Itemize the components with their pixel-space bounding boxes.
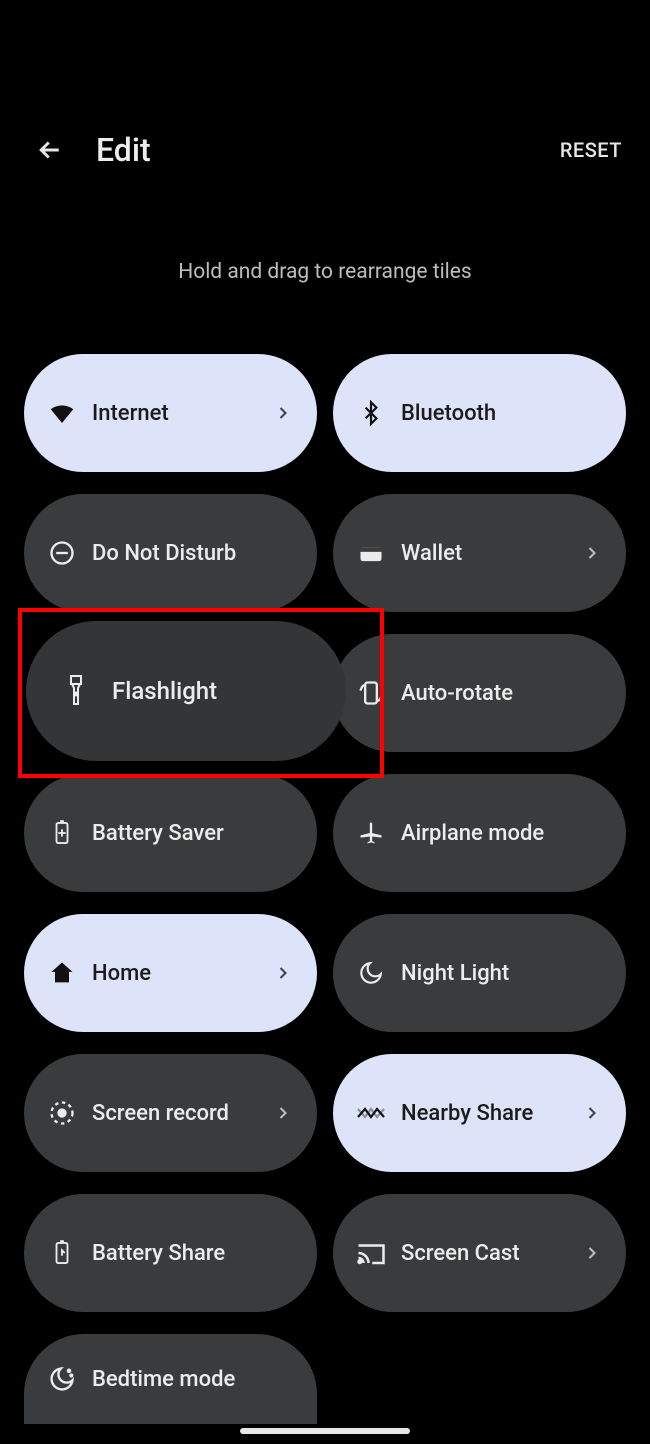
wifi-icon bbox=[46, 397, 78, 429]
nearby-share-icon bbox=[355, 1097, 387, 1129]
back-button[interactable] bbox=[28, 128, 72, 172]
tile-screencast[interactable]: Screen Cast bbox=[333, 1194, 626, 1312]
battery-share-icon bbox=[46, 1237, 78, 1269]
chevron-right-icon bbox=[273, 1103, 293, 1123]
arrow-left-icon bbox=[35, 135, 65, 165]
battery-saver-icon bbox=[46, 817, 78, 849]
nav-bar-indicator bbox=[240, 1428, 410, 1434]
tile-label: Screen record bbox=[92, 1101, 273, 1126]
tile-bluetooth[interactable]: Bluetooth bbox=[333, 354, 626, 472]
tile-label: Wallet bbox=[401, 541, 582, 566]
tile-label: Internet bbox=[92, 401, 273, 426]
chevron-right-icon bbox=[582, 543, 602, 563]
page-title: Edit bbox=[96, 131, 560, 169]
tile-label: Airplane mode bbox=[401, 821, 602, 846]
airplane-icon bbox=[355, 817, 387, 849]
tile-dnd[interactable]: Do Not Disturb bbox=[24, 494, 317, 612]
tile-label: Battery Saver bbox=[92, 821, 293, 846]
chevron-right-icon bbox=[582, 1103, 602, 1123]
tile-label: Home bbox=[92, 961, 273, 986]
tile-nightlight[interactable]: Night Light bbox=[333, 914, 626, 1032]
tile-label: Flashlight bbox=[112, 677, 217, 705]
tile-batteryshare[interactable]: Battery Share bbox=[24, 1194, 317, 1312]
home-icon bbox=[46, 957, 78, 989]
tile-label: Screen Cast bbox=[401, 1241, 582, 1266]
tile-batterysaver[interactable]: Battery Saver bbox=[24, 774, 317, 892]
bluetooth-icon bbox=[355, 397, 387, 429]
bedtime-icon bbox=[46, 1363, 78, 1395]
tile-label: Auto-rotate bbox=[401, 681, 602, 706]
moon-icon bbox=[355, 957, 387, 989]
tile-label: Battery Share bbox=[92, 1241, 293, 1266]
header-bar: Edit RESET bbox=[0, 120, 650, 180]
tile-screenrecord[interactable]: Screen record bbox=[24, 1054, 317, 1172]
tile-label: Do Not Disturb bbox=[92, 541, 293, 566]
wallet-icon bbox=[355, 537, 387, 569]
tile-flashlight-dragging[interactable]: Flashlight bbox=[26, 621, 346, 761]
record-icon bbox=[46, 1097, 78, 1129]
tile-airplane[interactable]: Airplane mode bbox=[333, 774, 626, 892]
tile-autorotate[interactable]: Auto-rotate bbox=[333, 634, 626, 752]
tile-wallet[interactable]: Wallet bbox=[333, 494, 626, 612]
cast-icon bbox=[355, 1237, 387, 1269]
tile-label: Bedtime mode bbox=[92, 1367, 293, 1392]
instruction-text: Hold and drag to rearrange tiles bbox=[0, 260, 650, 284]
tile-nearbyshare[interactable]: Nearby Share bbox=[333, 1054, 626, 1172]
tiles-grid: Internet Bluetooth Do Not Disturb Wallet… bbox=[0, 354, 650, 1424]
tile-bedtime[interactable]: Bedtime mode bbox=[24, 1334, 317, 1424]
chevron-right-icon bbox=[273, 963, 293, 983]
do-not-disturb-icon bbox=[46, 537, 78, 569]
flashlight-icon bbox=[64, 674, 88, 708]
tile-internet[interactable]: Internet bbox=[24, 354, 317, 472]
tile-label: Nearby Share bbox=[401, 1101, 582, 1126]
tile-label: Night Light bbox=[401, 961, 602, 986]
chevron-right-icon bbox=[273, 403, 293, 423]
tile-label: Bluetooth bbox=[401, 401, 602, 426]
reset-button[interactable]: RESET bbox=[560, 138, 622, 162]
tile-home[interactable]: Home bbox=[24, 914, 317, 1032]
chevron-right-icon bbox=[582, 1243, 602, 1263]
autorotate-icon bbox=[355, 677, 387, 709]
